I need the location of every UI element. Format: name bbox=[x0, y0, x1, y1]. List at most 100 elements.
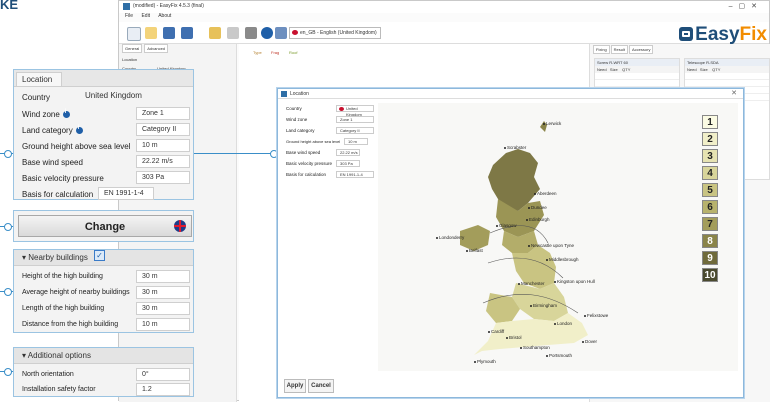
zone-key-10: 10 bbox=[702, 268, 718, 282]
legend-roof: Roof bbox=[289, 50, 298, 55]
menu-edit[interactable]: Edit bbox=[141, 13, 150, 19]
window-controls[interactable]: –▢✕ bbox=[729, 2, 763, 10]
dlg-country-label: Country bbox=[286, 106, 302, 111]
toolbar: en_GB - English (United Kingdom) EasyFix bbox=[119, 22, 769, 46]
window-title: (modified) - EasyFix 4.5.3 (final) bbox=[133, 3, 204, 9]
country-value[interactable]: United Kingdom bbox=[80, 90, 190, 103]
zone-key-1: 1 bbox=[702, 115, 718, 129]
high-building-length-value[interactable]: 30 m bbox=[136, 302, 190, 315]
dlg-ground-height-label: Ground height above sea level bbox=[286, 139, 341, 144]
high-building-length-label: Length of the high building bbox=[22, 305, 105, 312]
right-tabs: Fixing Result Accessory bbox=[590, 44, 770, 55]
safety-factor-label: Installation safety factor bbox=[22, 386, 96, 393]
open-folder-icon[interactable] bbox=[145, 27, 157, 39]
dlg-base-wind-value[interactable]: 22.22 m/s bbox=[336, 149, 360, 156]
dlg-land-category-label: Land category bbox=[286, 128, 315, 133]
city-middlesbrough: Middlesbrough bbox=[546, 257, 579, 262]
dlg-wind-zone-label: Wind zone bbox=[286, 117, 308, 122]
basis-label: Basis for calculation bbox=[22, 190, 94, 199]
apply-button[interactable]: Apply bbox=[284, 379, 306, 393]
nearby-buildings-checkbox[interactable] bbox=[94, 248, 106, 264]
location-callout: Location Country United Kingdom Wind zon… bbox=[13, 69, 194, 200]
info-icon[interactable] bbox=[62, 109, 70, 118]
ground-height-value[interactable]: 10 m bbox=[136, 139, 190, 152]
dlg-pressure-value[interactable]: 303 Pa bbox=[336, 160, 360, 167]
velocity-pressure-label: Basic velocity pressure bbox=[22, 174, 104, 183]
city-glasgow: Glasgow bbox=[496, 223, 517, 228]
dlg-basis-label: Basis for calculation bbox=[286, 172, 327, 177]
save-icon[interactable] bbox=[163, 27, 175, 39]
additional-options-header[interactable]: ▾ Additional options bbox=[14, 348, 193, 364]
pencil-icon[interactable] bbox=[227, 27, 239, 39]
dlg-pressure-label: Basic velocity pressure bbox=[286, 161, 333, 166]
city-birmingham: Birmingham bbox=[530, 303, 557, 308]
dlg-basis-select[interactable]: EN 1991-1-4 bbox=[336, 171, 374, 178]
north-orientation-label: North orientation bbox=[22, 371, 74, 378]
location-tab[interactable]: Location bbox=[16, 72, 62, 86]
tab-advanced[interactable]: Advanced bbox=[144, 44, 169, 53]
north-orientation-value[interactable]: 0° bbox=[136, 368, 190, 381]
print-icon[interactable] bbox=[245, 27, 257, 39]
title-bar: (modified) - EasyFix 4.5.3 (final) –▢✕ bbox=[119, 1, 769, 13]
tab-result[interactable]: Result bbox=[610, 45, 629, 54]
basis-value[interactable]: EN 1991-1-4 bbox=[98, 187, 154, 200]
change-button[interactable]: Change bbox=[18, 215, 192, 237]
land-category-value[interactable]: Category II bbox=[136, 123, 190, 136]
dialog-title-bar: Location ✕ bbox=[278, 89, 743, 99]
edit-icon[interactable] bbox=[209, 27, 221, 39]
zone-key-2: 2 bbox=[702, 132, 718, 146]
uk-flag-icon bbox=[292, 30, 298, 35]
collapse-arrow-icon: ▾ bbox=[22, 351, 27, 360]
settings-icon[interactable] bbox=[275, 27, 287, 39]
city-dundee: Dundee bbox=[528, 205, 547, 210]
uk-flag-icon bbox=[174, 220, 186, 232]
city-hull: Kingston upon Hull bbox=[554, 279, 595, 284]
collapse-arrow-icon: ▾ bbox=[22, 253, 27, 262]
city-london: London bbox=[554, 321, 572, 326]
distance-value[interactable]: 10 m bbox=[136, 318, 190, 331]
zone-key-6: 6 bbox=[702, 200, 718, 214]
city-scrabster: Scrabster bbox=[504, 145, 526, 150]
language-select[interactable]: en_GB - English (United Kingdom) bbox=[289, 27, 381, 39]
avg-height-value[interactable]: 30 m bbox=[136, 286, 190, 299]
menu-about[interactable]: About bbox=[158, 13, 171, 19]
legend-frag: Frag bbox=[271, 50, 280, 55]
nearby-buildings-callout: ▾ Nearby buildings Height of the high bu… bbox=[13, 248, 194, 333]
high-building-height-value[interactable]: 30 m bbox=[136, 270, 190, 283]
city-aberdeen: Aberdeen bbox=[534, 191, 557, 196]
city-felixstowe: Felixstowe bbox=[584, 313, 608, 318]
new-file-icon[interactable] bbox=[127, 27, 141, 41]
uk-map bbox=[460, 121, 588, 355]
city-portsmouth: Portsmouth bbox=[546, 353, 572, 358]
info-icon[interactable] bbox=[75, 125, 83, 134]
tab-fixing[interactable]: Fixing bbox=[593, 45, 610, 54]
city-bristol: Bristol bbox=[506, 335, 522, 340]
easyfix-logo: EasyFix bbox=[679, 24, 767, 46]
nearby-buildings-header[interactable]: ▾ Nearby buildings bbox=[14, 248, 193, 266]
tab-general[interactable]: General bbox=[122, 44, 143, 53]
app-icon bbox=[123, 3, 130, 10]
city-plymouth: Plymouth bbox=[474, 359, 496, 364]
wind-zone-value[interactable]: Zone 1 bbox=[136, 107, 190, 120]
base-wind-speed-value[interactable]: 22.22 m/s bbox=[136, 155, 190, 168]
avg-height-label: Average height of nearby buildings bbox=[22, 289, 130, 296]
cancel-button[interactable]: Cancel bbox=[308, 379, 334, 393]
dlg-wind-zone-select[interactable]: Zone 1 bbox=[336, 116, 374, 123]
city-newcastle: Newcastle upon Tyne bbox=[528, 243, 574, 248]
velocity-pressure-value[interactable]: 303 Pa bbox=[136, 171, 190, 184]
save-as-icon[interactable] bbox=[181, 27, 193, 39]
distance-label: Distance from the high building bbox=[22, 321, 119, 328]
close-icon[interactable]: ✕ bbox=[731, 89, 737, 99]
wind-zone-map[interactable]: Lerwick Scrabster Aberdeen Dundee Edinbu… bbox=[378, 103, 738, 371]
bg-tabs: General Advanced bbox=[119, 44, 236, 53]
tab-accessory[interactable]: Accessory bbox=[629, 45, 654, 54]
base-wind-speed-label: Base wind speed bbox=[22, 158, 83, 167]
dlg-country-select[interactable]: United Kingdom bbox=[336, 105, 374, 117]
info-icon[interactable] bbox=[261, 27, 273, 39]
safety-factor-value[interactable]: 1.2 bbox=[136, 383, 190, 396]
menu-file[interactable]: File bbox=[125, 13, 133, 19]
dlg-land-category-select[interactable]: Category II bbox=[336, 127, 374, 134]
dlg-ground-height-value[interactable]: 10 m bbox=[344, 138, 368, 145]
location-dialog: Location ✕ Country United Kingdom Wind z… bbox=[277, 88, 744, 398]
city-dover: Dover bbox=[582, 339, 597, 344]
